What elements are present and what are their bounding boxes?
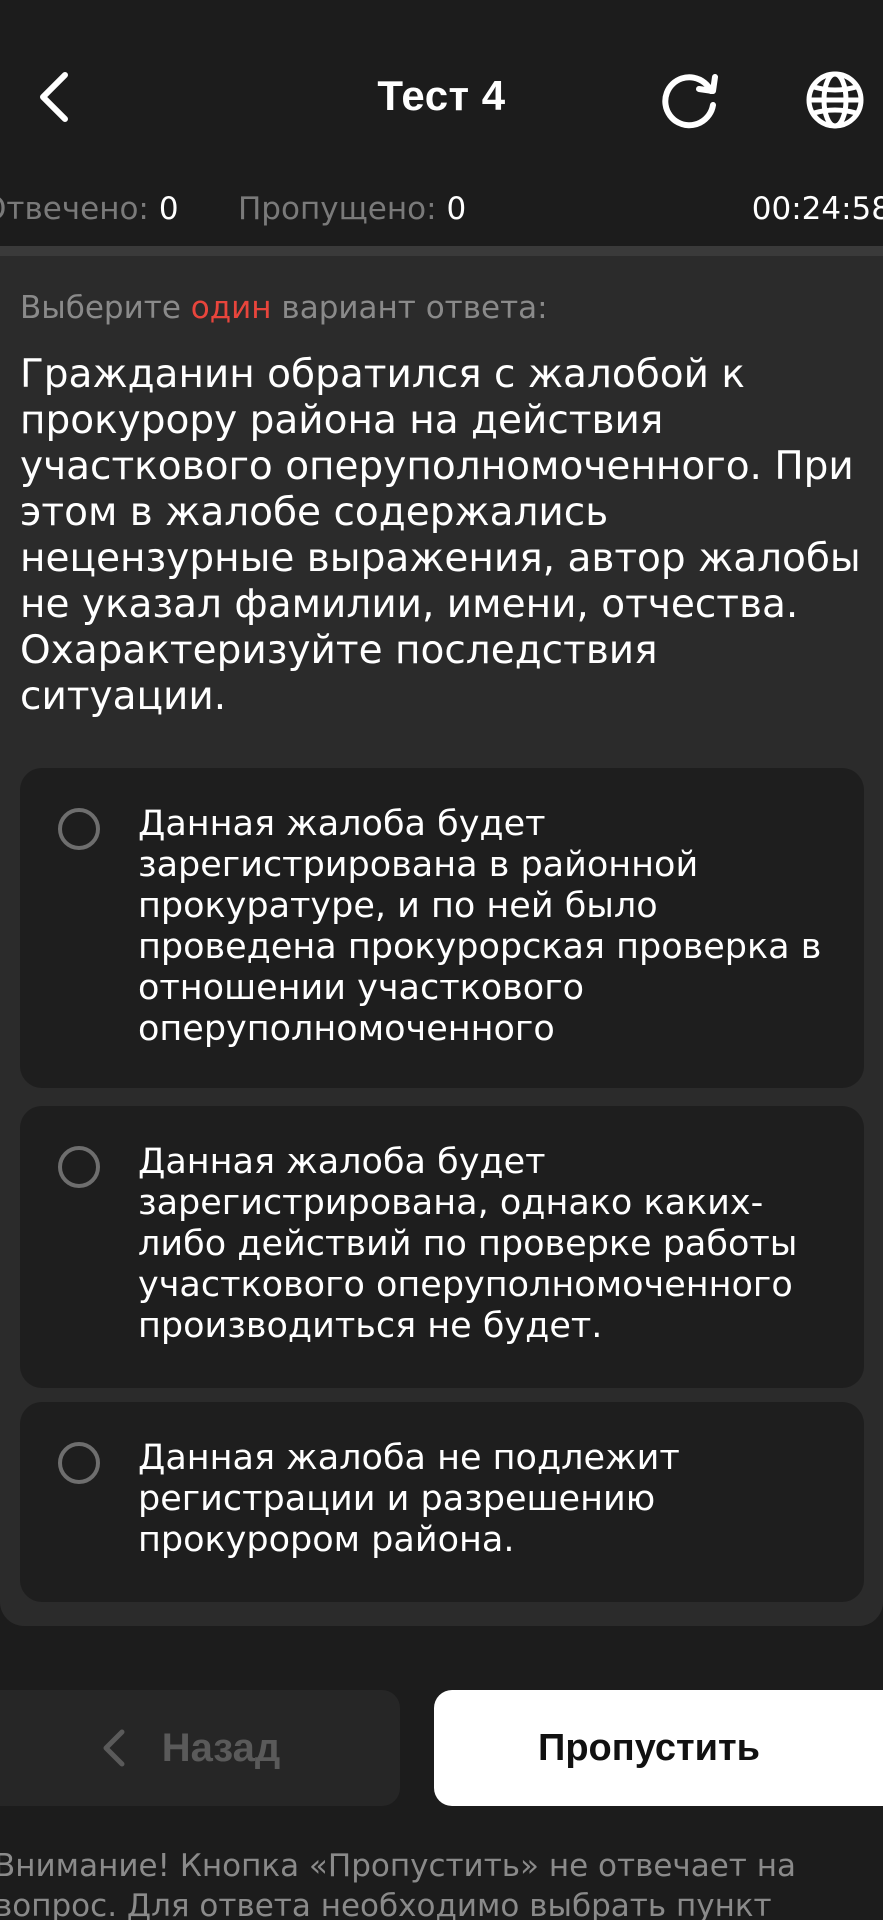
- answered-label: Отвечено:: [0, 191, 149, 227]
- skip-button[interactable]: Пропустить: [434, 1690, 883, 1806]
- skip-warning-note: Внимание! Кнопка «Пропустить» не отвечае…: [0, 1848, 796, 1920]
- previous-button-label: Назад: [161, 1725, 281, 1770]
- globe-icon: [806, 71, 864, 129]
- divider: [0, 246, 883, 256]
- answered-stat: Отвечено:0: [0, 186, 179, 232]
- progress-stats: Отвечено:0 Пропущено:0 00:24:58: [0, 186, 883, 236]
- answer-option[interactable]: Данная жалоба не подлежит регистрации и …: [20, 1402, 864, 1602]
- test-screen: Тест 4 Отвечено:0 Пропущено:0 00:24:58: [0, 0, 883, 1920]
- chevron-left-icon: [100, 1728, 126, 1768]
- skipped-label: Пропущено:: [238, 191, 437, 227]
- answer-option[interactable]: Данная жалоба будет зарегистрирована, од…: [20, 1106, 864, 1388]
- header: Тест 4: [0, 0, 883, 196]
- instruction-accent: один: [190, 290, 272, 326]
- radio-button[interactable]: [58, 808, 100, 850]
- radio-button[interactable]: [58, 1146, 100, 1188]
- reload-button[interactable]: [650, 62, 730, 138]
- radio-button[interactable]: [58, 1442, 100, 1484]
- question-instruction: Выберите один вариант ответа:: [20, 280, 548, 336]
- answer-option-text: Данная жалоба будет зарегистрирована, од…: [138, 1142, 798, 1346]
- skipped-stat: Пропущено: 0: [238, 186, 466, 232]
- timer: 00:24:58: [751, 191, 883, 227]
- answer-option[interactable]: Данная жалоба будет зарегистрирована в р…: [20, 768, 864, 1088]
- instruction-prefix: Выберите: [20, 290, 191, 326]
- skip-button-label: Пропустить: [538, 1726, 760, 1769]
- answer-option-text: Данная жалоба не подлежит регистрации и …: [138, 1438, 680, 1560]
- question-text: Гражданин обратился с жалобой к прокурор…: [20, 352, 861, 719]
- language-button[interactable]: [796, 62, 874, 138]
- skipped-count: 0: [446, 191, 467, 227]
- question-card: Выберите один вариант ответа: Гражданин …: [0, 256, 883, 1626]
- previous-button[interactable]: Назад: [0, 1690, 400, 1806]
- page-title: Тест 4: [377, 72, 506, 119]
- answer-option-text: Данная жалоба будет зарегистрирована в р…: [138, 804, 822, 1049]
- reload-icon: [662, 74, 718, 129]
- answered-count: 0: [158, 191, 179, 227]
- instruction-suffix: вариант ответа:: [271, 290, 548, 326]
